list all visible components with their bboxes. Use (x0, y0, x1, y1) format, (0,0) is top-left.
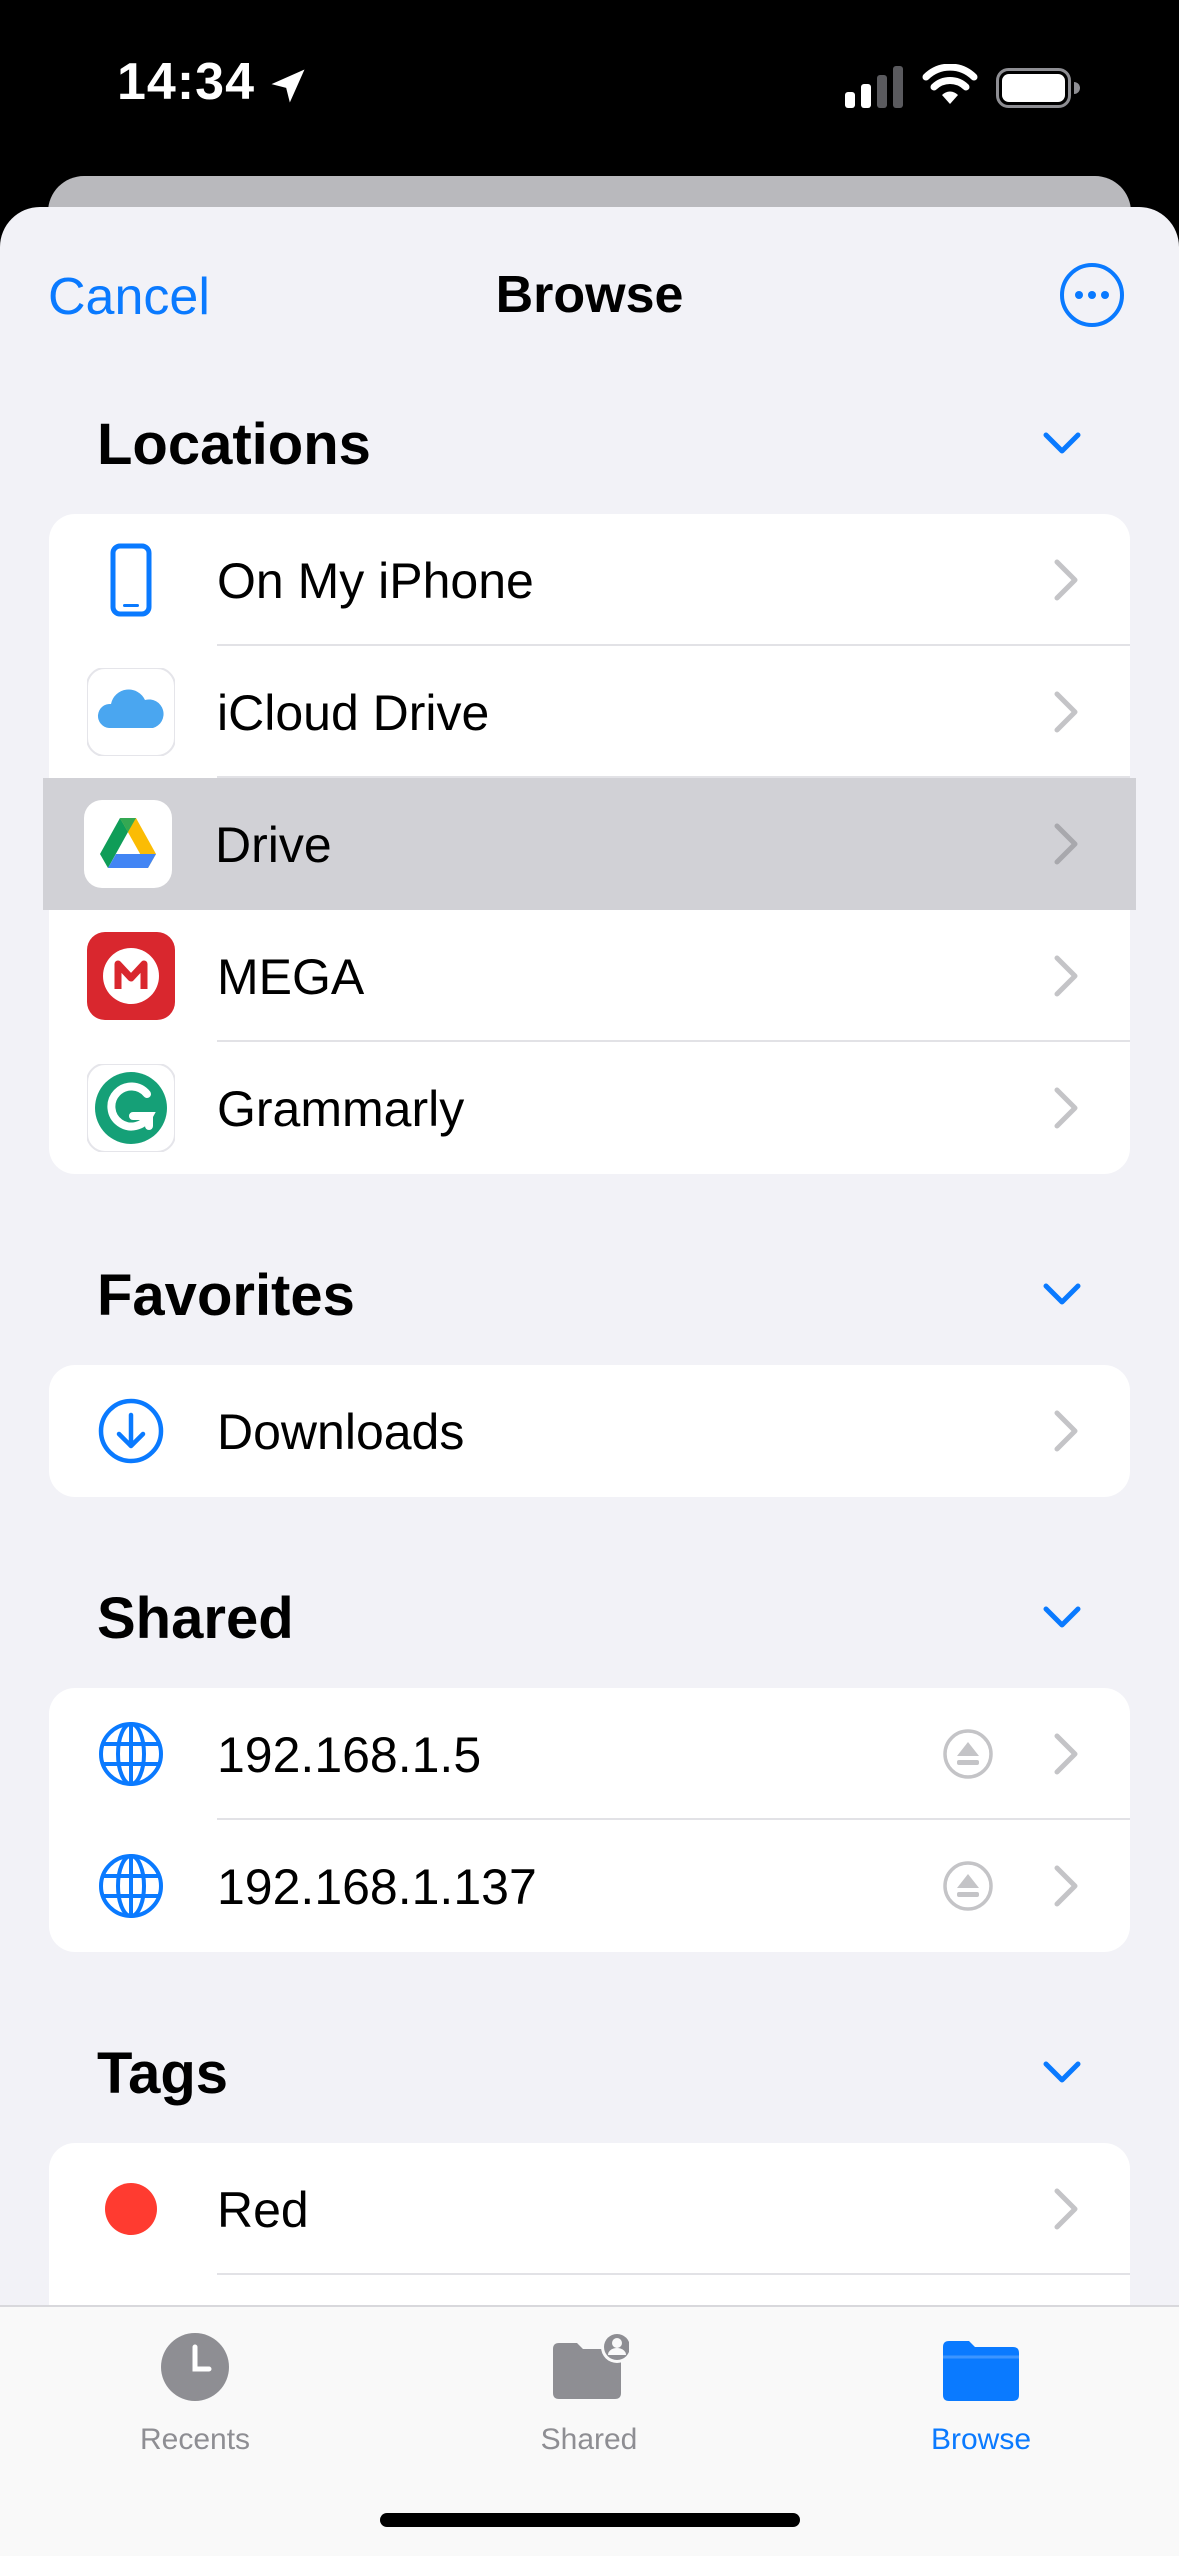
battery-icon (996, 68, 1080, 108)
location-grammarly[interactable]: Grammarly (49, 1042, 1130, 1174)
chevron-down-icon (1043, 2061, 1081, 2083)
locations-header: Locations (97, 412, 371, 477)
google-drive-icon (84, 800, 172, 888)
chevron-right-icon (1054, 2188, 1078, 2230)
iphone-icon (110, 543, 152, 617)
shared-list: 192.168.1.5 192.168.1.137 (49, 1688, 1130, 1952)
red-tag-dot-icon (105, 2183, 157, 2235)
row-label: Downloads (217, 1404, 465, 1460)
tab-recents[interactable]: Recents (45, 2307, 345, 2507)
chevron-right-icon (1054, 1087, 1078, 1129)
row-label: iCloud Drive (217, 685, 490, 741)
tags-header: Tags (97, 2041, 229, 2106)
favorite-downloads[interactable]: Downloads (49, 1365, 1130, 1497)
row-label: On My iPhone (217, 553, 534, 609)
chevron-right-icon (1054, 1410, 1078, 1452)
tab-browse[interactable]: Browse (831, 2307, 1131, 2507)
tags-collapse-button[interactable] (1042, 2058, 1082, 2088)
tab-label: Shared (540, 2423, 638, 2456)
chevron-down-icon (1043, 1606, 1081, 1628)
clock-icon (161, 2333, 229, 2401)
row-label: MEGA (217, 949, 365, 1005)
globe-icon (99, 1722, 163, 1786)
location-arrow-icon (271, 69, 305, 103)
chevron-right-icon (1054, 955, 1078, 997)
favorites-list: Downloads (49, 1365, 1130, 1497)
icloud-icon (87, 668, 175, 756)
eject-icon[interactable] (942, 1728, 994, 1780)
globe-icon (99, 1854, 163, 1918)
shared-header: Shared (97, 1586, 294, 1651)
shared-folder-icon (553, 2331, 629, 2399)
location-icloud-drive[interactable]: iCloud Drive (49, 646, 1130, 778)
more-options-button[interactable] (1058, 261, 1126, 329)
grammarly-icon (87, 1064, 175, 1152)
locations-list: On My iPhone iCloud Drive Drive MEGA Gra… (43, 514, 1136, 1174)
divider (217, 2273, 1130, 2275)
favorites-header: Favorites (97, 1263, 355, 1328)
page-title: Browse (495, 266, 684, 324)
shared-collapse-button[interactable] (1042, 1603, 1082, 1633)
row-label: Grammarly (217, 1081, 465, 1137)
download-circle-icon (98, 1398, 164, 1464)
chevron-right-icon (1054, 691, 1078, 733)
chevron-down-icon (1043, 432, 1081, 454)
location-on-my-iphone[interactable]: On My iPhone (49, 514, 1130, 646)
chevron-right-icon (1054, 559, 1078, 601)
row-label: 192.168.1.5 (217, 1727, 482, 1783)
shared-server-row[interactable]: 192.168.1.137 (49, 1820, 1130, 1952)
row-label: Drive (215, 817, 332, 873)
chevron-right-icon (1054, 1733, 1078, 1775)
wifi-icon (922, 64, 978, 104)
chevron-right-icon (1054, 823, 1078, 865)
chevron-right-icon (1054, 1865, 1078, 1907)
status-bar: 14:34 (0, 0, 1179, 175)
locations-collapse-button[interactable] (1042, 429, 1082, 459)
eject-icon[interactable] (942, 1860, 994, 1912)
tag-red[interactable]: Red (49, 2143, 1130, 2275)
home-indicator[interactable] (380, 2513, 800, 2527)
mega-icon (87, 932, 175, 1020)
chevron-down-icon (1043, 1283, 1081, 1305)
ellipsis-circle-icon (1060, 263, 1124, 327)
tab-label: Browse (930, 2423, 1032, 2456)
location-drive[interactable]: Drive (43, 778, 1136, 910)
row-label: Red (217, 2182, 309, 2238)
tab-shared[interactable]: Shared (439, 2307, 739, 2507)
shared-server-row[interactable]: 192.168.1.5 (49, 1688, 1130, 1820)
row-label: 192.168.1.137 (217, 1859, 537, 1915)
favorites-collapse-button[interactable] (1042, 1280, 1082, 1310)
browse-sheet: Cancel Browse Locations On My iPhone iCl… (0, 207, 1179, 2556)
tab-label: Recents (139, 2423, 251, 2456)
cellular-signal-icon (845, 66, 903, 108)
status-time: 14:34 (117, 53, 255, 111)
folder-icon (943, 2341, 1019, 2401)
location-mega[interactable]: MEGA (49, 910, 1130, 1042)
